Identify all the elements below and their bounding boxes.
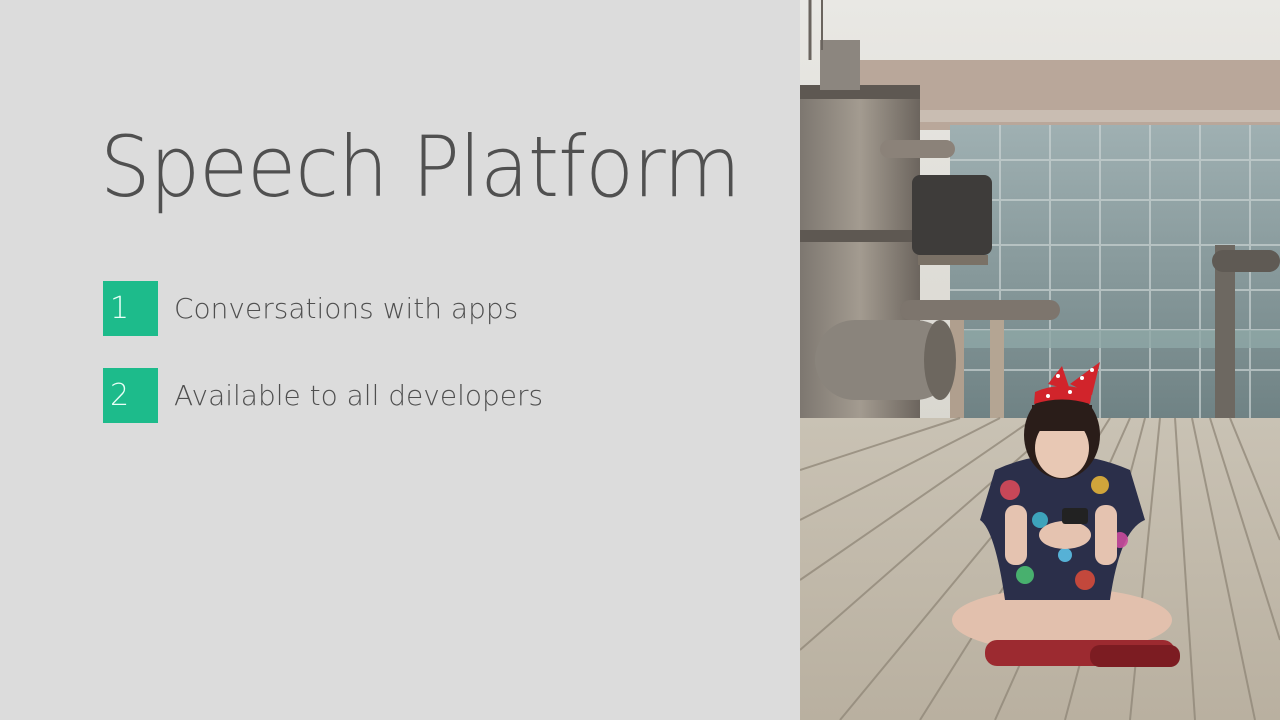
list-item-1: 1 Conversations with apps [103,281,518,336]
list-number-badge: 1 [103,281,158,336]
list-item-label: Available to all developers [174,379,544,412]
list-item-2: 2 Available to all developers [103,368,543,423]
content-panel: Speech Platform 1 Conversations with app… [0,0,800,720]
hero-photo [800,0,1280,720]
list-number-badge: 2 [103,368,158,423]
list-item-label: Conversations with apps [174,292,519,325]
slide: Speech Platform 1 Conversations with app… [0,0,1280,720]
slide-title: Speech Platform [100,118,741,216]
